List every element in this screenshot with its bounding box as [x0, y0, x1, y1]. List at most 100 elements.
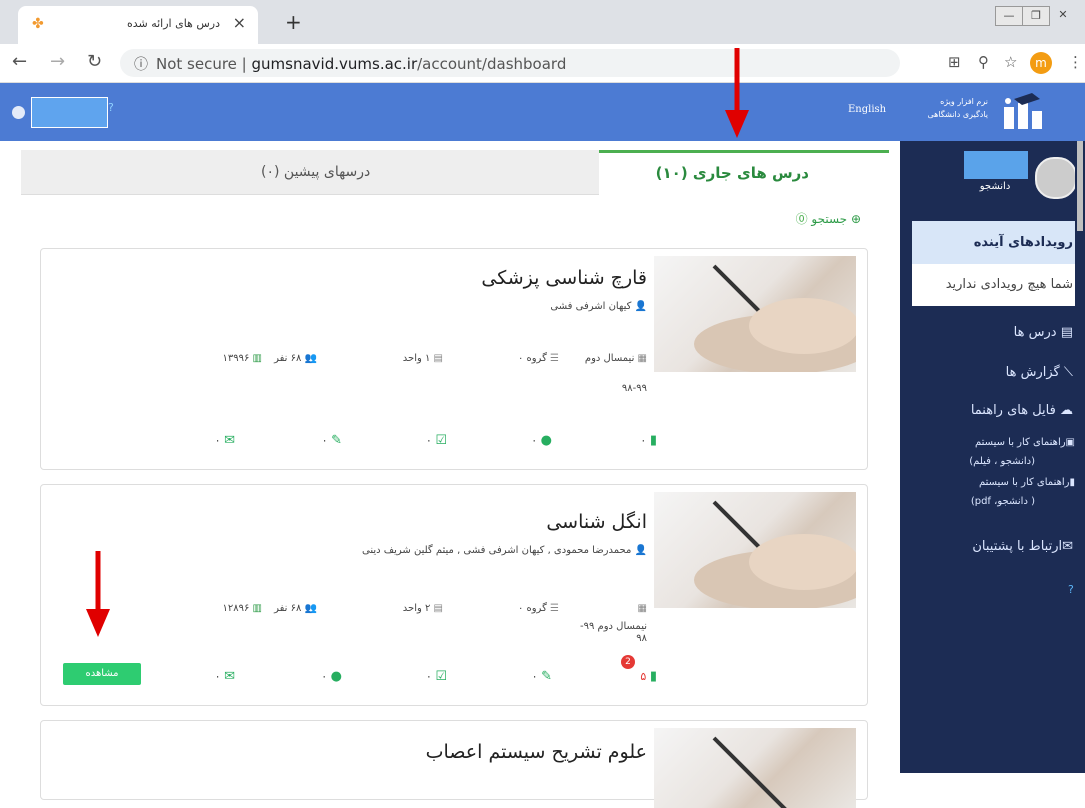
- course-code: ▥ ۱۳۹۹۶: [223, 353, 263, 364]
- stat-forum[interactable]: ● ۰: [531, 433, 552, 448]
- course-title[interactable]: قارچ شناسی پزشکی: [481, 267, 647, 289]
- stat-value: ۰: [531, 670, 538, 683]
- course-units: ▤ ۲ واحد: [403, 603, 443, 614]
- course-thumbnail[interactable]: [654, 256, 856, 372]
- forward-arrow-icon[interactable]: →: [50, 51, 65, 72]
- scrollbar-thumb[interactable]: [1077, 141, 1083, 231]
- tab-current-label: درس های جاری (۱۰): [655, 164, 809, 182]
- stat-assignment[interactable]: ☑ ۰: [426, 669, 447, 684]
- back-arrow-icon[interactable]: ←: [12, 51, 27, 72]
- tab-close-icon[interactable]: ×: [233, 13, 246, 32]
- new-tab-button[interactable]: +: [285, 10, 302, 34]
- logo-text: نرم افزار ویژه یادگیری دانشگاهی: [927, 97, 988, 119]
- writing-hand-image: [712, 736, 787, 808]
- guide-pdf-link[interactable]: ▮راهنمای کار با سیستم( دانشجو، pdf): [971, 473, 1075, 511]
- url-input[interactable]: ⓘ Not secure | gumsnavid.vums.ac.ir/acco…: [120, 49, 900, 77]
- course-semester-text: نیمسال دوم ۹۹-: [579, 621, 647, 632]
- tab-current-courses[interactable]: درس های جاری (۱۰): [599, 150, 889, 195]
- group-text: گروه ۰: [517, 353, 547, 364]
- navid-logo-icon[interactable]: [1000, 91, 1046, 133]
- stat-value: ۰: [425, 670, 432, 683]
- user-avatar[interactable]: [12, 106, 25, 119]
- browser-tab[interactable]: ✤ درس های ارائه شده ×: [18, 6, 258, 44]
- course-tabs: درسهای پیشین (۰) درس های جاری (۱۰): [21, 150, 889, 195]
- scrollbar[interactable]: [1075, 141, 1085, 773]
- file-icon: ▮: [649, 669, 657, 684]
- stat-value: ۰: [214, 434, 221, 447]
- course-title[interactable]: علوم تشریح سیستم اعصاب: [426, 741, 647, 763]
- menu-dots-icon[interactable]: ⋮: [1068, 53, 1083, 71]
- sidebar-item-support[interactable]: ✉ارتباط با پشتیبان: [972, 539, 1073, 554]
- sidebar-item-help-files[interactable]: ☁ فایل های راهنما: [971, 403, 1073, 418]
- chart-icon: ⟋: [1063, 365, 1073, 380]
- check-square-icon: ☑: [435, 433, 447, 448]
- guide-line: (دانشجو ، فیلم): [969, 456, 1035, 467]
- course-semester: ▦: [638, 603, 647, 614]
- translate-icon[interactable]: ⊞: [948, 53, 961, 71]
- teacher-icon: 👤: [634, 545, 647, 556]
- film-icon: ▣: [1065, 437, 1075, 448]
- bookmark-star-icon[interactable]: ☆: [1004, 53, 1017, 71]
- comment-icon: ●: [540, 433, 552, 448]
- view-course-button[interactable]: مشاهده: [63, 663, 141, 685]
- stat-forum[interactable]: ● ۰: [321, 669, 342, 684]
- check-square-icon: ☑: [435, 669, 447, 684]
- code-text: ۱۳۹۹۶: [222, 353, 250, 364]
- sidebar-item-reports[interactable]: ⟋ گزارش ها: [1006, 365, 1073, 380]
- teacher-names: محمدرضا محمودی , کیهان اشرفی فشی , میثم …: [361, 545, 632, 556]
- info-icon[interactable]: ⓘ: [134, 54, 148, 74]
- students-text: ۶۸ نفر: [274, 603, 302, 614]
- stat-exam[interactable]: ✎ ۰: [532, 669, 552, 684]
- sidebar-item-courses[interactable]: ▤ درس ها: [1014, 325, 1073, 340]
- course-thumbnail[interactable]: [654, 728, 856, 808]
- user-name-box[interactable]: [31, 97, 108, 128]
- units-text: ۱ واحد: [402, 353, 431, 364]
- guide-line: ( دانشجو، pdf): [970, 496, 1035, 507]
- stat-value: ۰: [321, 670, 328, 683]
- stat-messages[interactable]: ✉ ۰: [215, 433, 235, 448]
- course-year: ۹۸: [636, 633, 647, 644]
- main-content: درسهای پیشین (۰) درس های جاری (۱۰) ⊕ جست…: [21, 150, 889, 808]
- course-title[interactable]: انگل شناسی: [546, 511, 647, 533]
- site-header: ? English نرم افزار ویژه یادگیری دانشگاه…: [0, 83, 1085, 141]
- zoom-icon[interactable]: ⚲: [978, 53, 989, 71]
- sidebar-item-label: فایل های راهنما: [970, 403, 1056, 418]
- guide-video-link[interactable]: ▣راهنمای کار با سیستم (دانشجو ، فیلم): [969, 433, 1075, 471]
- url-path: /account/dashboard: [417, 55, 567, 73]
- tab-previous-courses[interactable]: درسهای پیشین (۰): [261, 164, 370, 180]
- student-avatar[interactable]: [1035, 157, 1077, 199]
- stat-value: ۰: [321, 434, 328, 447]
- sidebar-help-icon[interactable]: ?: [1068, 583, 1074, 596]
- sidebar-item-label: گزارش ها: [1005, 365, 1060, 380]
- course-units: ▤ ۱ واحد: [403, 353, 443, 364]
- reload-icon[interactable]: ↻: [87, 51, 102, 72]
- stat-exam[interactable]: ✎ ۰: [322, 433, 342, 448]
- window-controls: — ❐ ✕: [995, 6, 1077, 26]
- address-bar-row: ← → ↻ ⓘ Not secure | gumsnavid.vums.ac.i…: [0, 44, 1085, 83]
- stat-files[interactable]: ▮ ۰: [640, 433, 657, 448]
- restore-button[interactable]: ❐: [1022, 6, 1050, 26]
- stat-value: ۵: [640, 670, 647, 683]
- teacher-names: کیهان اشرفی فشی: [550, 301, 632, 312]
- minimize-button[interactable]: —: [995, 6, 1023, 26]
- users-icon: 👥: [304, 353, 317, 364]
- writing-hand-image: [694, 500, 856, 608]
- help-icon[interactable]: ?: [108, 101, 114, 114]
- course-students: 👥 ۶۸ نفر: [274, 603, 317, 614]
- course-thumbnail[interactable]: [654, 492, 856, 608]
- envelope-icon: ✉: [224, 433, 235, 448]
- stat-value: ۰: [425, 434, 432, 447]
- english-link[interactable]: English: [848, 104, 886, 115]
- stat-assignment[interactable]: ☑ ۰: [426, 433, 447, 448]
- barcode-icon: ▥: [252, 353, 262, 364]
- stat-messages[interactable]: ✉ ۰: [215, 669, 235, 684]
- close-window-button[interactable]: ✕: [1049, 6, 1077, 24]
- course-teacher: 👤 کیهان اشرفی فشی: [550, 301, 647, 312]
- student-role: دانشجو: [979, 181, 1011, 192]
- profile-avatar[interactable]: m: [1030, 52, 1052, 74]
- teacher-icon: 👤: [634, 301, 647, 312]
- search-link[interactable]: ⊕ جستجو ⓪: [796, 210, 861, 227]
- sidebar-item-label: ارتباط با پشتیبان: [972, 539, 1063, 554]
- stat-files[interactable]: ▮ ۵: [640, 669, 657, 684]
- site-favicon-icon: ✤: [32, 16, 44, 32]
